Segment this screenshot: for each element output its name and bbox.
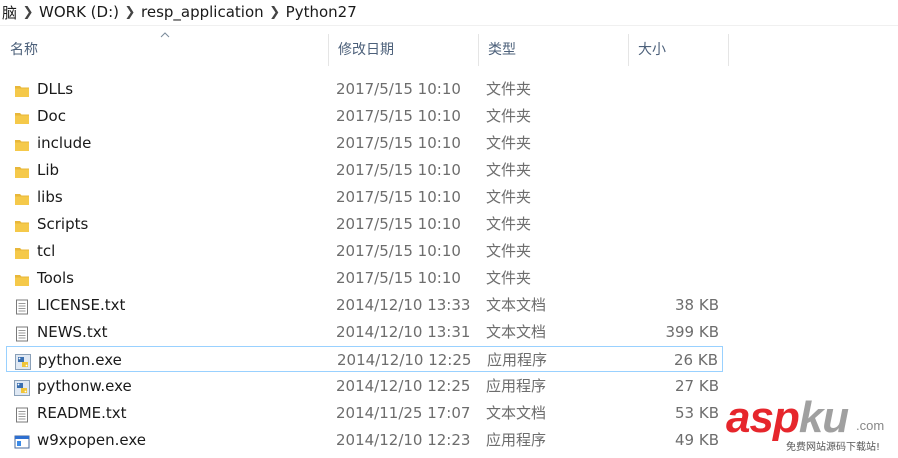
file-name: Scripts: [37, 215, 89, 233]
column-header-name[interactable]: 名称: [0, 34, 328, 66]
file-row[interactable]: tcl 2017/5/15 10:10 文件夹: [6, 238, 723, 264]
file-date: 2017/5/15 10:10: [336, 269, 461, 287]
folder-icon: [14, 189, 30, 205]
column-header-date[interactable]: 修改日期: [328, 34, 478, 66]
file-size: 27 KB: [675, 377, 719, 395]
file-type: 应用程序: [486, 431, 547, 449]
file-name: tcl: [37, 242, 56, 260]
text-file-icon: [14, 297, 30, 315]
file-row[interactable]: NEWS.txt 2014/12/10 13:31 文本文档 399 KB: [6, 319, 723, 345]
file-date: 2014/12/10 12:25: [336, 377, 471, 395]
file-row[interactable]: include 2017/5/15 10:10 文件夹: [6, 130, 723, 156]
text-file-icon: [14, 405, 30, 423]
chevron-right-icon[interactable]: ❯: [21, 5, 35, 20]
folder-icon: [14, 162, 30, 178]
file-date: 2017/5/15 10:10: [336, 242, 461, 260]
file-type: 文件夹: [486, 107, 532, 125]
file-row[interactable]: libs 2017/5/15 10:10 文件夹: [6, 184, 723, 210]
file-row[interactable]: Doc 2017/5/15 10:10 文件夹: [6, 103, 723, 129]
file-type: 文件夹: [486, 161, 532, 179]
breadcrumb-item-folder[interactable]: resp_application: [137, 3, 268, 21]
file-date: 2014/12/10 12:23: [336, 431, 471, 449]
file-date: 2014/12/10 13:31: [336, 323, 471, 341]
file-size: 53 KB: [675, 404, 719, 422]
file-date: 2017/5/15 10:10: [336, 188, 461, 206]
file-type: 应用程序: [487, 351, 548, 369]
folder-icon: [14, 270, 30, 286]
file-date: 2014/12/10 12:25: [337, 351, 472, 369]
file-name: NEWS.txt: [37, 323, 108, 341]
folder-icon: [14, 81, 30, 97]
file-type: 文本文档: [486, 296, 547, 314]
file-date: 2017/5/15 10:10: [336, 161, 461, 179]
file-row[interactable]: Tools 2017/5/15 10:10 文件夹: [6, 265, 723, 291]
file-name: Lib: [37, 161, 60, 179]
file-row[interactable]: w9xpopen.exe 2014/12/10 12:23 应用程序 49 KB: [6, 427, 723, 453]
file-name: python.exe: [38, 351, 122, 369]
python-icon: [15, 352, 31, 370]
file-row[interactable]: pythonw.exe 2014/12/10 12:25 应用程序 27 KB: [6, 373, 723, 399]
file-name: Tools: [37, 269, 74, 287]
file-type: 文件夹: [486, 134, 532, 152]
divider: [0, 25, 898, 26]
column-header-size[interactable]: 大小: [628, 34, 728, 66]
file-type: 文本文档: [486, 323, 547, 341]
file-type: 文件夹: [486, 80, 532, 98]
file-row[interactable]: README.txt 2014/11/25 17:07 文本文档 53 KB: [6, 400, 723, 426]
breadcrumb: 脑 ❯ WORK (D:) ❯ resp_application ❯ Pytho…: [0, 0, 898, 24]
file-size: 399 KB: [665, 323, 719, 341]
file-name: README.txt: [37, 404, 127, 422]
file-row[interactable]: DLLs 2017/5/15 10:10 文件夹: [6, 76, 723, 102]
file-name: w9xpopen.exe: [37, 431, 147, 449]
chevron-right-icon[interactable]: ❯: [123, 5, 137, 20]
breadcrumb-item-drive[interactable]: WORK (D:): [35, 3, 123, 21]
file-name: DLLs: [37, 80, 74, 98]
column-divider[interactable]: [728, 34, 729, 66]
exe-window-icon: [14, 432, 30, 449]
file-date: 2017/5/15 10:10: [336, 215, 461, 233]
file-type: 文件夹: [486, 215, 532, 233]
column-header-bar: 名称 修改日期 类型 大小: [0, 32, 730, 66]
text-file-icon: [14, 324, 30, 342]
file-date: 2014/12/10 13:33: [336, 296, 471, 314]
folder-icon: [14, 216, 30, 232]
file-date: 2017/5/15 10:10: [336, 107, 461, 125]
file-row[interactable]: Scripts 2017/5/15 10:10 文件夹: [6, 211, 723, 237]
file-row[interactable]: python.exe 2014/12/10 12:25 应用程序 26 KB: [6, 346, 723, 372]
file-name: Doc: [37, 107, 66, 125]
file-name: libs: [37, 188, 63, 206]
file-row[interactable]: LICENSE.txt 2014/12/10 13:33 文本文档 38 KB: [6, 292, 723, 318]
file-date: 2017/5/15 10:10: [336, 134, 461, 152]
breadcrumb-item-current[interactable]: Python27: [282, 3, 361, 21]
file-type: 文件夹: [486, 188, 532, 206]
watermark-logo: aspku .com 免费网站源码下载站!: [726, 393, 885, 454]
folder-icon: [14, 108, 30, 124]
file-date: 2017/5/15 10:10: [336, 80, 461, 98]
python-icon: [14, 378, 30, 396]
chevron-right-icon[interactable]: ❯: [268, 5, 282, 20]
file-type: 文件夹: [486, 269, 532, 287]
folder-icon: [14, 135, 30, 151]
file-size: 38 KB: [675, 296, 719, 314]
file-name: include: [37, 134, 92, 152]
file-size: 49 KB: [675, 431, 719, 449]
file-date: 2014/11/25 17:07: [336, 404, 471, 422]
column-header-type[interactable]: 类型: [478, 34, 628, 66]
file-size: 26 KB: [674, 351, 718, 369]
file-name: LICENSE.txt: [37, 296, 126, 314]
file-name: pythonw.exe: [37, 377, 132, 395]
file-type: 文本文档: [486, 404, 547, 422]
file-row[interactable]: Lib 2017/5/15 10:10 文件夹: [6, 157, 723, 183]
file-type: 应用程序: [486, 377, 547, 395]
file-type: 文件夹: [486, 242, 532, 260]
breadcrumb-item-this-pc[interactable]: 脑: [0, 2, 21, 23]
folder-icon: [14, 243, 30, 259]
